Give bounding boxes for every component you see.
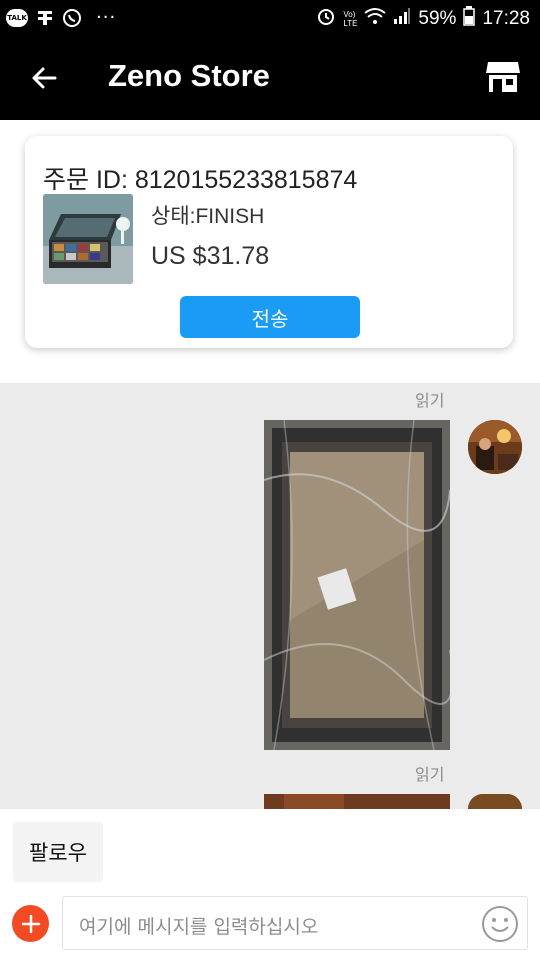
message-image[interactable] [264, 794, 450, 809]
more-notifications: ··· [96, 7, 117, 28]
alarm-icon [316, 6, 336, 32]
signal-icon [393, 7, 411, 31]
order-status: 상태:FINISH [151, 205, 265, 228]
plus-icon[interactable] [12, 905, 49, 942]
app-bar: Zeno Store [0, 38, 540, 120]
battery-icon [463, 6, 476, 32]
order-price: US $31.78 [151, 242, 270, 270]
page-title: Zeno Store [108, 58, 270, 93]
whatsapp-icon [62, 8, 82, 28]
read-receipt: 읽기 [415, 391, 445, 410]
send-button[interactable]: 전송 [180, 296, 360, 338]
talk-icon: TALK [6, 8, 28, 27]
status-bar: TALK ··· Vo) LTE 59% 17:28 [0, 0, 540, 38]
emoji-icon[interactable] [481, 905, 519, 943]
battery-percent: 59% [418, 8, 457, 29]
wifi-icon [364, 7, 387, 31]
volte-icon: Vo) LTE [343, 10, 358, 28]
notification-icon [36, 9, 54, 27]
avatar[interactable] [468, 420, 522, 474]
message-placeholder: 여기에 메시지를 입력하십시오 [79, 916, 319, 938]
clock: 17:28 [482, 8, 530, 29]
order-id: 주문 ID: 8120155233815874 [43, 166, 358, 194]
order-card: 주문 ID: 8120155233815874 상태:FINISH US $31… [25, 136, 513, 348]
store-icon[interactable] [484, 58, 522, 96]
follow-button[interactable]: 팔로우 [13, 822, 103, 882]
arrow-left-icon[interactable] [26, 60, 62, 96]
message-image[interactable] [264, 420, 450, 750]
read-receipt: 읽기 [415, 765, 445, 784]
avatar[interactable] [468, 794, 522, 809]
product-thumbnail[interactable] [43, 194, 133, 284]
message-input[interactable]: 여기에 메시지를 입력하십시오 [62, 896, 528, 950]
